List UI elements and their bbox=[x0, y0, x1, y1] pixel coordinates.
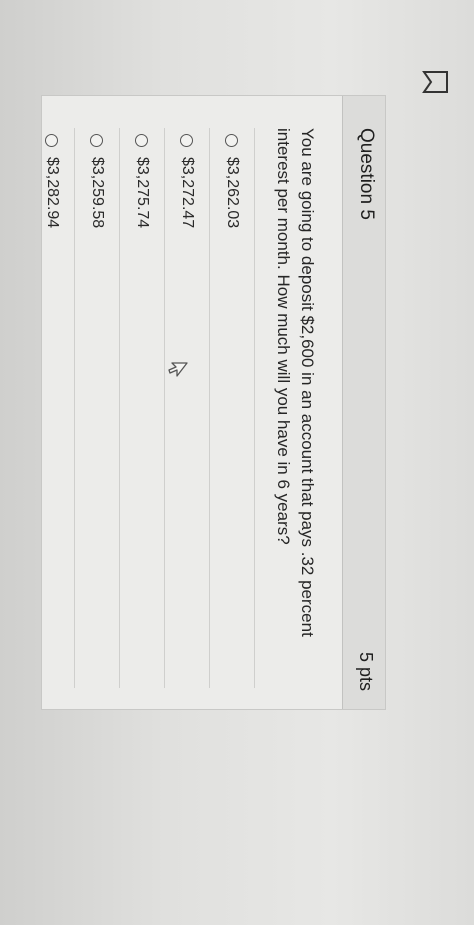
answer-option[interactable]: $3,272.47 bbox=[165, 128, 210, 688]
radio-button[interactable] bbox=[225, 134, 239, 147]
radio-button[interactable] bbox=[135, 134, 149, 147]
radio-button[interactable] bbox=[90, 134, 104, 147]
question-card: Question 5 5 pts You are going to deposi… bbox=[30, 95, 386, 710]
question-text: You are going to deposit $2,600 in an ac… bbox=[274, 128, 317, 637]
bookmark-flag-icon[interactable] bbox=[420, 68, 450, 96]
question-points: 5 pts bbox=[356, 651, 376, 691]
question-title: Question 5 bbox=[356, 128, 377, 220]
answer-option[interactable]: $3,259.58 bbox=[75, 128, 120, 688]
answer-label: $3,259.58 bbox=[89, 157, 106, 229]
answer-label: $3,282.94 bbox=[44, 157, 61, 229]
answer-list: $3,262.03 $3,272.47 $3,275.74 $3,259.58 … bbox=[30, 128, 255, 688]
answer-label: $3,272.47 bbox=[179, 157, 196, 229]
answer-option[interactable]: $3,275.74 bbox=[120, 128, 165, 688]
answer-option[interactable]: $3,262.03 bbox=[210, 128, 255, 688]
question-header: Question 5 5 pts bbox=[342, 96, 385, 709]
answer-label: $3,262.03 bbox=[224, 157, 241, 229]
answer-option[interactable]: $3,282.94 bbox=[30, 128, 75, 688]
radio-button[interactable] bbox=[45, 134, 59, 147]
mouse-pointer-icon bbox=[168, 362, 188, 377]
radio-button[interactable] bbox=[180, 134, 194, 147]
answer-label: $3,275.74 bbox=[134, 157, 151, 229]
quiz-page: Question 5 5 pts You are going to deposi… bbox=[0, 0, 474, 925]
